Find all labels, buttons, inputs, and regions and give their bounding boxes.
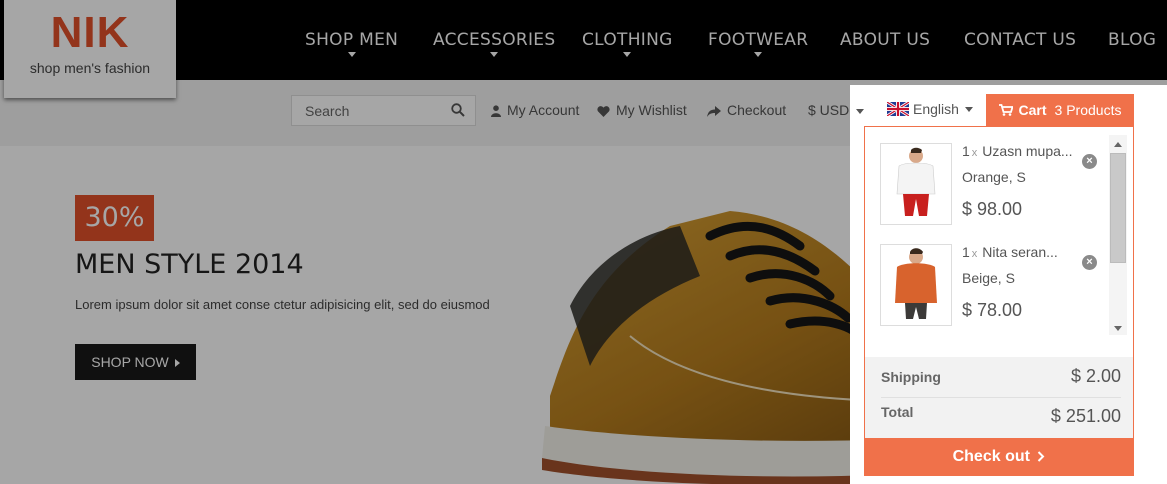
language-selector[interactable]: English bbox=[887, 101, 973, 117]
cart-item-name[interactable]: Uzasn mupa... bbox=[982, 143, 1072, 159]
discount-badge: 30% bbox=[75, 195, 154, 241]
product-thumbnail[interactable] bbox=[880, 143, 952, 225]
remove-item-icon[interactable]: × bbox=[1082, 154, 1097, 169]
white-shirt-model-image bbox=[896, 147, 936, 216]
chevron-down-icon bbox=[623, 52, 632, 57]
shipping-label: Shipping bbox=[881, 369, 941, 385]
chevron-down-icon bbox=[754, 52, 763, 57]
remove-item-icon[interactable]: × bbox=[1082, 255, 1097, 270]
currency-label: $ USD bbox=[808, 102, 850, 118]
chevron-down-icon bbox=[347, 52, 356, 57]
search-input[interactable] bbox=[292, 96, 442, 125]
cart-summary: Shipping $ 2.00 Total $ 251.00 bbox=[865, 357, 1133, 439]
language-label: English bbox=[913, 101, 959, 117]
cart-item-title: 1 x Nita seran... bbox=[962, 244, 1058, 260]
multiply-icon: x bbox=[971, 248, 978, 260]
total-value: $ 251.00 bbox=[1050, 406, 1121, 426]
nav-item-label: BLOG bbox=[1108, 30, 1157, 50]
nav-item-accessories[interactable]: ACCESSORIES bbox=[433, 30, 555, 57]
checkout-link[interactable]: Checkout bbox=[707, 102, 786, 118]
shopping-cart-icon bbox=[998, 104, 1014, 116]
nav-item-label: CONTACT US bbox=[964, 30, 1077, 50]
cart-item: 1 x Nita seran... Beige, S $ 78.00 × bbox=[865, 230, 1115, 330]
heart-icon bbox=[597, 106, 610, 117]
scroll-up-icon[interactable] bbox=[1114, 142, 1122, 147]
nav-item-shop-men[interactable]: SHOP MEN bbox=[305, 30, 398, 57]
nav-item-label: FOOTWEAR bbox=[708, 30, 809, 50]
currency-selector[interactable]: $ USD bbox=[808, 102, 849, 118]
nav-item-clothing[interactable]: CLOTHING bbox=[582, 30, 673, 57]
chevron-down-icon bbox=[490, 52, 499, 57]
my-account-label: My Account bbox=[507, 102, 580, 118]
shop-now-button[interactable]: SHOP NOW bbox=[75, 344, 196, 380]
cart-panel: 1 x Uzasn mupa... Orange, S $ 98.00 × 1 x Ni… bbox=[864, 126, 1134, 476]
cart-count: 3 Products bbox=[1054, 102, 1122, 118]
cart-scrollbar[interactable] bbox=[1109, 135, 1127, 335]
search-icon[interactable] bbox=[451, 103, 465, 117]
chevron-down-icon[interactable] bbox=[856, 109, 864, 114]
logo[interactable]: NIK shop men's fashion bbox=[4, 0, 176, 98]
logo-wordmark: NIK bbox=[50, 8, 130, 57]
nav-item-label: ABOUT US bbox=[840, 30, 931, 50]
my-wishlist-link[interactable]: My Wishlist bbox=[597, 102, 687, 118]
nav-item-label: CLOTHING bbox=[582, 30, 673, 50]
scroll-down-icon[interactable] bbox=[1114, 326, 1122, 331]
nav-item-label: ACCESSORIES bbox=[433, 30, 556, 50]
uk-flag-icon bbox=[887, 102, 909, 116]
chevron-down-icon bbox=[964, 107, 973, 112]
cart-item: 1 x Uzasn mupa... Orange, S $ 98.00 × bbox=[865, 129, 1115, 229]
orange-jacket-model-image bbox=[895, 248, 937, 319]
cart-item-name[interactable]: Nita seran... bbox=[982, 244, 1057, 260]
nav-item-about-us[interactable]: ABOUT US bbox=[840, 30, 930, 50]
my-account-link[interactable]: My Account bbox=[491, 102, 579, 118]
caret-right-icon bbox=[174, 359, 180, 367]
scroll-thumb[interactable] bbox=[1110, 153, 1126, 263]
cart-item-variant: Orange, S bbox=[962, 169, 1026, 185]
checkout-label: Checkout bbox=[727, 102, 787, 118]
cart-item-qty: 1 bbox=[962, 244, 970, 260]
nav-item-blog[interactable]: BLOG bbox=[1108, 30, 1156, 50]
hero-subtitle: Lorem ipsum dolor sit amet conse ctetur … bbox=[75, 297, 490, 312]
hero-title: MEN STYLE 2014 bbox=[75, 249, 304, 280]
cart-item-variant: Beige, S bbox=[962, 270, 1015, 286]
cart-button[interactable]: Cart 3 Products bbox=[986, 94, 1134, 126]
chevron-right-icon bbox=[1038, 451, 1045, 462]
share-arrow-icon bbox=[707, 106, 721, 117]
checkout-button-label: Check out bbox=[952, 448, 1030, 465]
cart-item-price: $ 78.00 bbox=[962, 300, 1023, 320]
nav-item-contact-us[interactable]: CONTACT US bbox=[964, 30, 1076, 50]
nav-item-footwear[interactable]: FOOTWEAR bbox=[708, 30, 808, 57]
nav-item-label: SHOP MEN bbox=[305, 30, 399, 50]
multiply-icon: x bbox=[971, 147, 978, 159]
logo-tagline: shop men's fashion bbox=[29, 60, 151, 76]
my-wishlist-label: My Wishlist bbox=[616, 102, 687, 118]
user-icon bbox=[491, 105, 501, 117]
cart-item-title: 1 x Uzasn mupa... bbox=[962, 143, 1073, 159]
shop-now-label: SHOP NOW bbox=[91, 354, 169, 370]
top-navigation-bar: NIK shop men's fashion SHOP MEN ACCESSOR… bbox=[0, 0, 1167, 98]
search-box bbox=[291, 95, 476, 126]
shipping-value: $ 2.00 bbox=[1070, 366, 1121, 386]
cart-item-qty: 1 bbox=[962, 143, 970, 159]
product-thumbnail[interactable] bbox=[880, 244, 952, 326]
cart-items-list: 1 x Uzasn mupa... Orange, S $ 98.00 × 1 x Ni… bbox=[865, 127, 1133, 357]
total-label: Total bbox=[881, 404, 914, 420]
cart-item-price: $ 98.00 bbox=[962, 199, 1023, 219]
divider bbox=[881, 397, 1121, 398]
checkout-button[interactable]: Check out bbox=[864, 438, 1134, 475]
cart-title: Cart bbox=[1018, 102, 1047, 118]
